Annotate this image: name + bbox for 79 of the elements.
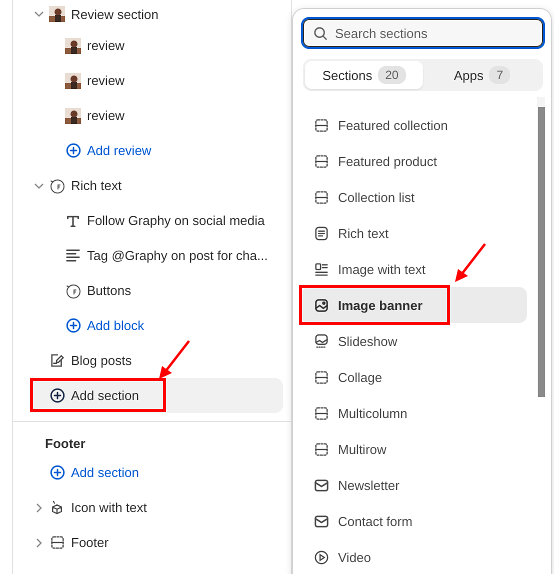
plus-circle-icon [66, 143, 80, 158]
mail-icon [314, 478, 328, 492]
outline-item[interactable]: Rich text [49, 178, 122, 194]
text-icon [66, 214, 80, 228]
chevron-down-icon[interactable] [34, 182, 44, 188]
text-document-icon [314, 226, 328, 240]
section-option[interactable]: Newsletter [301, 467, 527, 503]
image-text-icon [314, 262, 328, 276]
mail-icon [314, 514, 328, 528]
option-label[interactable]: Featured collection [313, 117, 448, 133]
outline-item[interactable]: Buttons [65, 282, 132, 298]
search-field[interactable]: Search sections [301, 17, 545, 49]
add-link[interactable]: Add section [49, 388, 139, 404]
cube-icon [50, 500, 64, 515]
plus-circle-icon [50, 388, 64, 403]
play-circle-icon [314, 550, 328, 564]
section-layout-icon [314, 442, 328, 456]
chevron-right-icon[interactable] [36, 538, 42, 548]
option-label[interactable]: Featured product [313, 153, 438, 169]
option-label[interactable]: Collection list [313, 189, 415, 205]
option-label[interactable]: Multirow [313, 441, 386, 457]
arrow [157, 340, 191, 380]
chevron-right-icon[interactable] [36, 502, 42, 512]
section-layout-icon [314, 154, 328, 168]
option-label[interactable]: Multicolumn [313, 405, 408, 421]
section-layout-icon [314, 406, 328, 420]
section-option[interactable]: Contact form [301, 503, 527, 539]
outline-item[interactable]: Follow Graphy on social media [65, 212, 265, 228]
section-option[interactable]: Image banner [301, 287, 527, 323]
section-layout-icon [314, 118, 328, 132]
block-icon [65, 282, 81, 298]
add-link[interactable]: Add review [65, 142, 152, 158]
outline-item[interactable]: Blog posts [49, 352, 132, 368]
section-option[interactable]: Multirow [301, 431, 527, 467]
outline-item[interactable]: Review section [49, 6, 158, 22]
section-option[interactable]: Featured collection [301, 107, 527, 143]
section-layout-icon [50, 535, 64, 550]
section-option[interactable]: Rich text [301, 215, 527, 251]
plus-circle-icon [66, 318, 80, 333]
section-option[interactable]: Featured product [301, 143, 527, 179]
section-layout-icon [314, 190, 328, 204]
outline-item[interactable]: Tag @Graphy on post for cha... [65, 248, 268, 264]
plus-circle-icon [50, 465, 64, 480]
arrow [453, 243, 487, 283]
outline-item[interactable]: Icon with text [49, 500, 147, 516]
block-icon [49, 178, 65, 194]
tab[interactable]: Sections 20 [305, 61, 423, 89]
section-heading: Footer [44, 435, 86, 453]
section-layout-icon [314, 370, 328, 384]
outline-item[interactable]: Footer [49, 534, 109, 550]
section-option[interactable]: Video [301, 539, 527, 574]
outline-item[interactable]: review [65, 72, 125, 88]
count-badge: 7 [489, 66, 510, 84]
option-label[interactable]: Video [313, 549, 372, 565]
add-link[interactable]: Add block [65, 318, 144, 334]
outline-item[interactable]: review [65, 38, 125, 54]
search-icon [313, 26, 328, 41]
slideshow-icon [314, 334, 328, 348]
image-icon [314, 298, 328, 312]
count-badge: 20 [378, 66, 406, 84]
edit-document-icon [50, 353, 64, 368]
align-left-icon [66, 249, 80, 262]
tab[interactable]: Apps 7 [423, 61, 541, 89]
chevron-down-icon[interactable] [34, 11, 44, 17]
outline-item[interactable]: review [65, 108, 125, 124]
section-option[interactable]: Slideshow [301, 323, 527, 359]
section-option[interactable]: Collage [301, 359, 527, 395]
add-link[interactable]: Add section [49, 464, 139, 480]
scrollbar-thumb[interactable] [538, 107, 544, 397]
option-label[interactable]: Collage [313, 369, 382, 385]
option-label[interactable]: Contact form [313, 513, 412, 529]
section-option[interactable]: Multicolumn [301, 395, 527, 431]
option-label[interactable]: Image with text [313, 261, 426, 277]
section-option[interactable]: Collection list [301, 179, 527, 215]
option-label[interactable]: Slideshow [313, 333, 398, 349]
option-label[interactable]: Image banner [313, 297, 423, 313]
option-label[interactable]: Newsletter [313, 477, 400, 493]
section-option[interactable]: Image with text [301, 251, 527, 287]
option-label[interactable]: Rich text [313, 225, 389, 241]
